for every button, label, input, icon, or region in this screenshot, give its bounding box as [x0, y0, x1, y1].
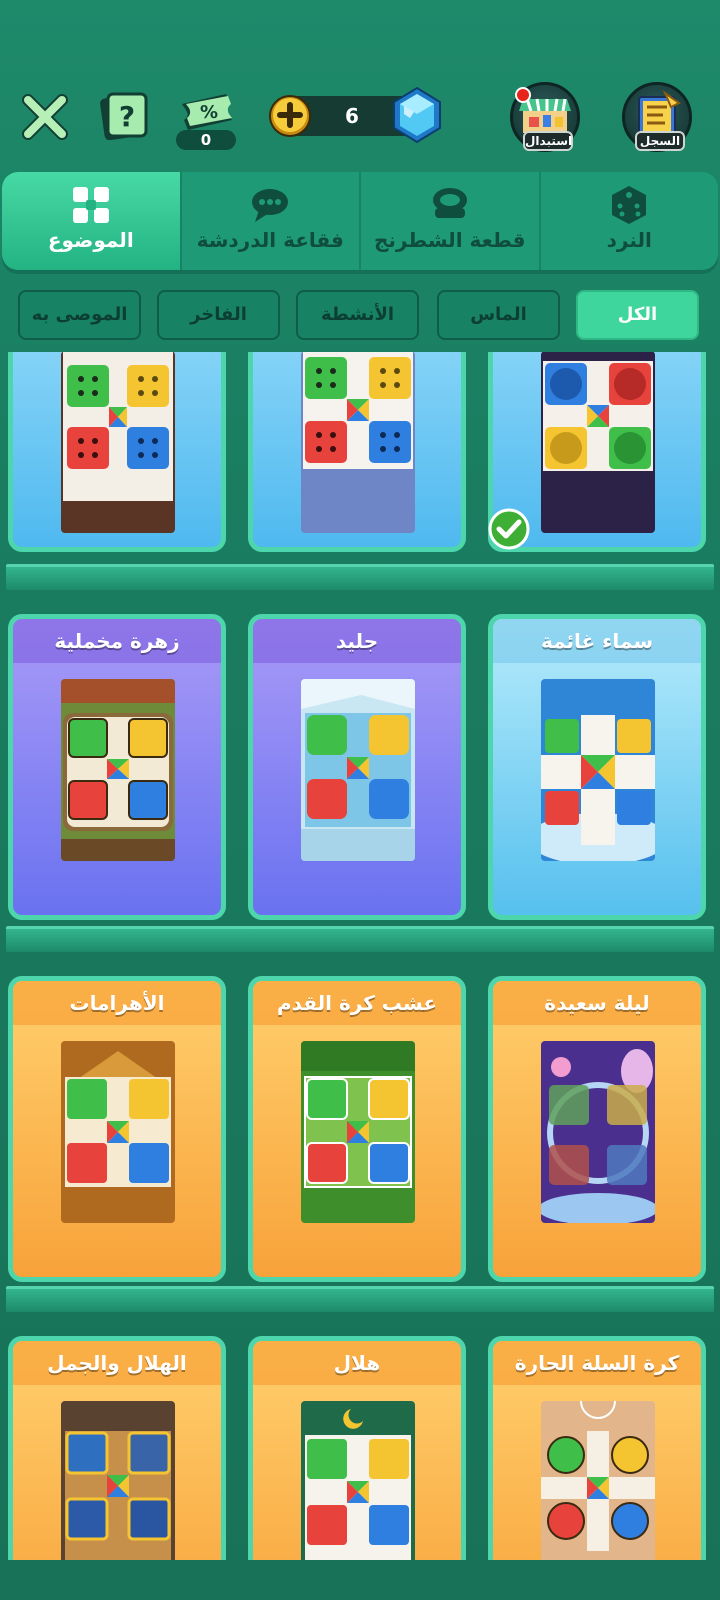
theme-card-title: كرة السلة الحارة [493, 1341, 701, 1385]
filter-all[interactable]: الكل [576, 290, 699, 340]
theme-card-title: عشب كرة القدم [253, 981, 461, 1025]
tab-dice[interactable]: النرد [538, 172, 719, 270]
gem-count: 6 [345, 104, 359, 128]
shelf-divider [6, 1286, 714, 1312]
theme-card[interactable]: كرة السلة الحارة [488, 1336, 706, 1560]
exchange-label: استبدال [523, 131, 573, 151]
help-icon: ? [100, 92, 148, 141]
theme-card[interactable]: هلال [248, 1336, 466, 1560]
filter-bar: الموصى به الفاخر الأنشطة الماس الكل [18, 290, 702, 342]
theme-preview [61, 1041, 175, 1223]
theme-preview [301, 1401, 415, 1560]
bottom-bar [0, 1560, 720, 1600]
dice-icon [612, 186, 647, 224]
theme-preview [61, 352, 175, 533]
close-button[interactable] [20, 92, 70, 142]
theme-preview [541, 1401, 655, 1560]
exchange-shop-button[interactable]: استبدال [510, 82, 580, 152]
theme-preview [301, 1041, 415, 1223]
diamond-icon [390, 86, 444, 144]
theme-card-title: زهرة مخملية [13, 619, 221, 663]
tab-dice-label: النرد [606, 228, 652, 252]
theme-grid-icon [72, 187, 109, 223]
theme-card[interactable]: ليلة سعيدة [488, 976, 706, 1282]
theme-card-title: سماء غائمة [493, 619, 701, 663]
theme-card[interactable]: الأهرامات [8, 976, 226, 1282]
svg-text:%: % [200, 102, 218, 123]
category-tabs: الموضوع فقاعة الدردشة قطعة الشطرنج النرد [2, 172, 718, 270]
ticket-counter[interactable]: % 0 [176, 90, 236, 154]
close-icon [22, 94, 68, 140]
discount-ticket-icon: % [182, 94, 232, 130]
theme-preview [301, 679, 415, 861]
tab-chess-piece-label: قطعة الشطرنج [373, 228, 526, 252]
tab-chat-bubble-label: فقاعة الدردشة [196, 228, 344, 252]
record-label: السجل [635, 131, 685, 151]
theme-card-title: الأهرامات [13, 981, 221, 1025]
theme-card[interactable] [248, 352, 466, 552]
theme-card[interactable]: زهرة مخملية [8, 614, 226, 920]
add-gems-button[interactable] [268, 94, 312, 138]
theme-preview [61, 679, 175, 861]
theme-card[interactable]: جليد [248, 614, 466, 920]
theme-card[interactable]: عشب كرة القدم [248, 976, 466, 1282]
selected-check-icon [488, 508, 530, 550]
theme-card[interactable]: الهلال والجمل [8, 1336, 226, 1560]
filter-diamond[interactable]: الماس [437, 290, 560, 340]
theme-preview [541, 679, 655, 861]
shelf-divider [6, 564, 714, 590]
theme-card-title: جليد [253, 619, 461, 663]
help-button[interactable]: ? [100, 92, 148, 141]
notification-dot [515, 87, 531, 103]
theme-card[interactable] [8, 352, 226, 552]
shelf-divider [6, 926, 714, 952]
theme-card-title: هلال [253, 1341, 461, 1385]
theme-grid: زهرة مخملية جليد سماء غائمة الأهرامات عش… [0, 352, 720, 1560]
tab-theme[interactable]: الموضوع [2, 172, 180, 270]
theme-card-title: الهلال والجمل [13, 1341, 221, 1385]
theme-preview [61, 1401, 175, 1560]
theme-card-title: ليلة سعيدة [493, 981, 701, 1025]
chess-piece-icon [432, 188, 467, 218]
theme-preview [541, 352, 655, 533]
theme-preview [301, 352, 415, 533]
plus-coin-icon [269, 95, 311, 137]
svg-text:?: ? [119, 100, 135, 133]
filter-activities[interactable]: الأنشطة [296, 290, 419, 340]
filter-recommended[interactable]: الموصى به [18, 290, 141, 340]
top-bar: ? % 0 6 استبدال السجل [0, 78, 720, 158]
ticket-count: 0 [176, 130, 236, 150]
gem-balance[interactable]: 6 [269, 86, 441, 144]
record-button[interactable]: السجل [622, 82, 692, 152]
theme-preview [541, 1041, 655, 1223]
filter-luxury[interactable]: الفاخر [157, 290, 280, 340]
tab-chess-piece[interactable]: قطعة الشطرنج [359, 172, 539, 270]
tab-chat-bubble[interactable]: فقاعة الدردشة [179, 172, 360, 270]
tab-theme-label: الموضوع [47, 228, 134, 252]
theme-card[interactable]: سماء غائمة [488, 614, 706, 920]
chat-bubble-icon [252, 189, 289, 222]
